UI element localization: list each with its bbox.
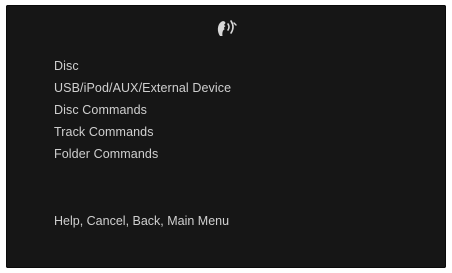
voice-command-icon — [211, 16, 241, 40]
menu-item-folder-commands[interactable]: Folder Commands — [54, 143, 231, 165]
menu-item-track-commands[interactable]: Track Commands — [54, 121, 231, 143]
menu-item-disc[interactable]: Disc — [54, 55, 231, 77]
voice-command-screen: Disc USB/iPod/AUX/External Device Disc C… — [6, 5, 446, 268]
voice-command-list: Disc USB/iPod/AUX/External Device Disc C… — [54, 55, 231, 165]
menu-item-disc-commands[interactable]: Disc Commands — [54, 99, 231, 121]
menu-item-usb-ipod-aux-external-device[interactable]: USB/iPod/AUX/External Device — [54, 77, 231, 99]
help-commands-text: Help, Cancel, Back, Main Menu — [54, 214, 230, 228]
